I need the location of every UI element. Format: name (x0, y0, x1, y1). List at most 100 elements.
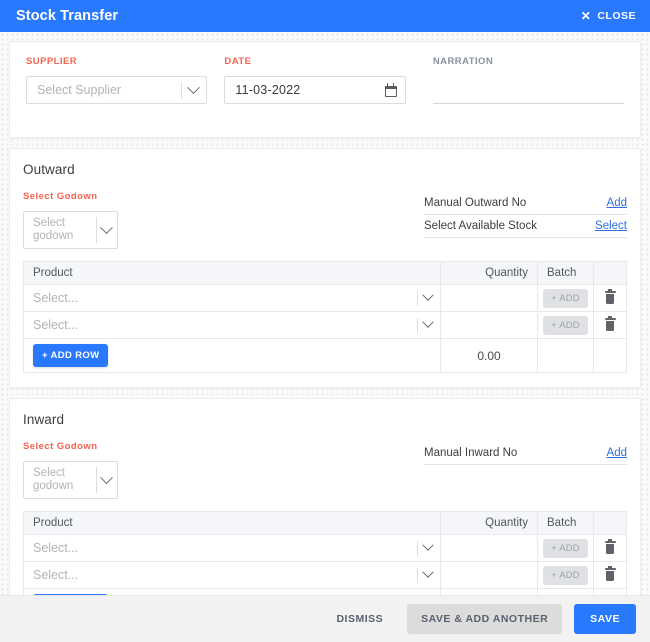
chevron-down-icon (422, 539, 434, 551)
inward-manual-no-label: Manual Inward No (424, 447, 518, 459)
section-title: Outward (23, 162, 75, 177)
outward-row-0-delete-cell (593, 284, 627, 312)
table-header-row: Product Quantity Batch (23, 261, 627, 285)
inward-row-0-batch-add-button[interactable]: + ADD (543, 539, 588, 558)
inward-godown-placeholder-line2: godown (33, 480, 74, 492)
outward-row-0-batch-add-button[interactable]: + ADD (543, 289, 588, 308)
delete-icon[interactable] (604, 289, 616, 305)
section-header-row: Select Godown Select godown Manual Outwa… (23, 191, 627, 249)
close-button-label: CLOSE (597, 10, 636, 22)
outward-row-0-product-cell: Select... (23, 284, 441, 312)
close-button[interactable]: ✕ CLOSE (581, 10, 636, 22)
inward-row-1-delete-cell (593, 561, 627, 589)
dialog-body: SUPPLIER Select Supplier DATE 11-03-2022 (0, 32, 650, 595)
section-header-row: Select Godown Select godown Manual Inwar… (23, 441, 627, 499)
narration-input[interactable] (432, 76, 624, 104)
delete-icon[interactable] (604, 316, 616, 332)
outward-godown-placeholder-line2: godown (33, 230, 74, 242)
inward-row-1-product-cell: Select... (23, 561, 441, 589)
row-divider (417, 317, 418, 333)
outward-godown-select[interactable]: Select godown (23, 211, 118, 249)
outward-manual-no-label: Manual Outward No (424, 197, 527, 209)
outward-available-stock-select-link[interactable]: Select (595, 220, 627, 232)
column-header-actions (593, 261, 627, 285)
column-header-quantity: Quantity (440, 511, 538, 535)
delete-icon[interactable] (604, 566, 616, 582)
table-header-row: Product Quantity Batch (23, 511, 627, 535)
inward-godown-field: Select Godown Select godown (23, 441, 118, 499)
outward-items-table: Product Quantity Batch Select... + ADD S… (23, 261, 627, 373)
chevron-down-icon (422, 566, 434, 578)
inward-row-0-product-cell: Select... (23, 534, 441, 562)
save-and-add-another-button[interactable]: SAVE & ADD ANOTHER (407, 604, 563, 634)
inward-table-body: Select... + ADD Select... + ADD (23, 534, 627, 589)
supplier-field: SUPPLIER Select Supplier (26, 56, 208, 104)
chevron-down-icon (100, 220, 113, 234)
date-input[interactable]: 11-03-2022 (224, 76, 406, 104)
inward-row-0-product-placeholder: Select... (33, 541, 79, 555)
column-header-product: Product (23, 511, 441, 535)
chevron-down-icon (187, 80, 201, 94)
row-divider (417, 290, 418, 306)
inward-row-1-batch-add-button[interactable]: + ADD (543, 566, 588, 585)
outward-row-0-product-select[interactable]: Select... (33, 289, 434, 306)
outward-available-stock-label: Select Available Stock (424, 220, 537, 232)
date-field: DATE 11-03-2022 (224, 56, 406, 104)
inward-godown-divider (96, 467, 97, 493)
outward-row-0-quantity-input[interactable] (440, 284, 538, 312)
supplier-select[interactable]: Select Supplier (26, 76, 208, 104)
inward-row-0-quantity-input[interactable] (440, 534, 538, 562)
inward-godown-label: Select Godown (23, 441, 98, 452)
supplier-placeholder: Select Supplier (37, 83, 122, 97)
outward-row-0-batch-cell: + ADD (537, 284, 594, 312)
outward-available-stock-row: Select Available Stock Select (424, 215, 627, 238)
dismiss-button[interactable]: DISMISS (324, 604, 395, 634)
outward-godown-label: Select Godown (23, 191, 98, 202)
outward-table-head: Product Quantity Batch (23, 261, 627, 285)
outward-add-row-button[interactable]: + ADD ROW (33, 344, 109, 367)
inward-items-table: Product Quantity Batch Select... + ADD S… (23, 511, 627, 595)
save-button[interactable]: SAVE (574, 604, 636, 634)
column-header-quantity: Quantity (440, 261, 538, 285)
inward-row-0-product-select[interactable]: Select... (33, 539, 434, 556)
inward-row-0-delete-cell (593, 534, 627, 562)
outward-godown-field: Select Godown Select godown (23, 191, 118, 249)
outward-row-1-quantity-input[interactable] (440, 311, 538, 339)
column-header-batch: Batch (537, 511, 594, 535)
table-footer-row: + ADD ROW 0.00 (23, 338, 627, 373)
outward-row-0-product-placeholder: Select... (33, 291, 79, 305)
chevron-down-icon (422, 289, 434, 301)
outward-row-1-delete-cell (593, 311, 627, 339)
outward-row-1-product-placeholder: Select... (33, 318, 79, 332)
outward-godown-placeholder-line1: Select (33, 217, 65, 229)
table-row: Select... + ADD (23, 284, 627, 312)
outward-add-row-cell: + ADD ROW (23, 338, 441, 373)
narration-field: NARRATION (432, 56, 624, 104)
inward-godown-select[interactable]: Select godown (23, 461, 118, 499)
header-form-card: SUPPLIER Select Supplier DATE 11-03-2022 (9, 41, 641, 138)
delete-icon[interactable] (604, 539, 616, 555)
supplier-divider (181, 81, 183, 99)
outward-row-1-product-select[interactable]: Select... (33, 316, 434, 333)
date-label: DATE (224, 56, 252, 67)
inward-godown-placeholder: Select godown (33, 467, 96, 493)
inward-manual-no-add-link[interactable]: Add (607, 447, 627, 459)
inward-row-1-product-select[interactable]: Select... (33, 566, 434, 583)
calendar-icon[interactable] (384, 82, 397, 97)
section-outward: Outward Select Godown Select godown Manu… (9, 148, 641, 388)
stock-transfer-dialog: Stock Transfer ✕ CLOSE SUPPLIER Select S… (0, 0, 650, 642)
outward-total-quantity: 0.00 (440, 338, 538, 373)
inward-godown-placeholder-line1: Select (33, 467, 65, 479)
outward-row-1-batch-cell: + ADD (537, 311, 594, 339)
page-title: Stock Transfer (16, 8, 119, 24)
outward-godown-placeholder: Select godown (33, 217, 96, 243)
inward-meta-list: Manual Inward No Add (424, 442, 627, 465)
inward-table-head: Product Quantity Batch (23, 511, 627, 535)
outward-manual-no-add-link[interactable]: Add (607, 197, 627, 209)
table-row: Select... + ADD (23, 311, 627, 339)
header-form-row: SUPPLIER Select Supplier DATE 11-03-2022 (26, 56, 624, 104)
inward-row-1-quantity-input[interactable] (440, 561, 538, 589)
date-value: 11-03-2022 (235, 83, 301, 97)
dialog-titlebar: Stock Transfer ✕ CLOSE (0, 0, 650, 32)
outward-row-1-batch-add-button[interactable]: + ADD (543, 316, 588, 335)
